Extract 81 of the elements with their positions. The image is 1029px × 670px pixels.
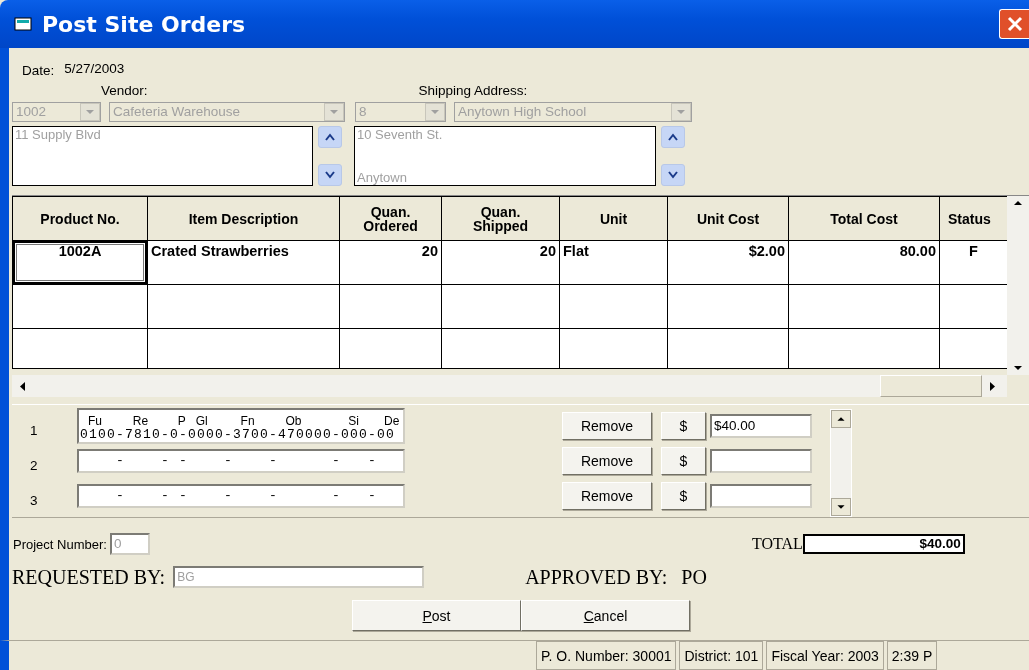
chevron-up-icon (323, 133, 336, 141)
table-cell[interactable]: Flat (559, 240, 668, 285)
approved-by-label: APPROVED BY: (525, 565, 668, 589)
table-cell[interactable]: 80.00 (788, 240, 940, 285)
column-header[interactable]: Status (939, 196, 1008, 241)
account-number: 0100-7810-0-0000-3700-470000-000-00 (80, 428, 397, 442)
column-header[interactable]: Quan. Shipped (441, 196, 560, 241)
dollar-button[interactable]: $ (661, 482, 706, 510)
vertical-scrollbar[interactable] (1007, 196, 1029, 375)
line-number: 1 (29, 421, 39, 438)
remove-button[interactable]: Remove (562, 447, 652, 475)
segment-label: Ob (284, 414, 303, 428)
status-panel: Fiscal Year: 2003 (766, 641, 884, 670)
scroll-up-button[interactable] (317, 126, 342, 148)
column-header[interactable]: Quan. Ordered (339, 196, 442, 241)
shipping-label: Shipping Address: (418, 82, 528, 98)
remove-button[interactable]: Remove (562, 482, 652, 510)
segment-label: Gl (194, 414, 209, 428)
scroll-up-button[interactable] (660, 126, 685, 148)
column-header[interactable]: Total Cost (788, 196, 940, 241)
close-icon (1005, 15, 1024, 33)
status-panel: District: 101 (679, 641, 764, 670)
requested-by-label: REQUESTED BY: (12, 565, 166, 589)
account-field[interactable]: - - - - - - - (77, 449, 405, 473)
address-line: 11 Supply Blvd (15, 127, 102, 142)
total-value: $40.00 (802, 534, 965, 554)
segment-label: De (383, 414, 401, 428)
caret-icon (429, 107, 441, 117)
table-cell[interactable]: 20 (339, 240, 442, 285)
column-header[interactable]: Unit Cost (667, 196, 789, 241)
chevron-up-icon (666, 133, 679, 141)
line-number: 2 (29, 456, 39, 473)
account-field[interactable]: Fu Re P Gl Fn Ob Si De 0100-7810-0-0000-3700-470000-000-00 (77, 408, 405, 444)
amount-field[interactable]: $40.00 (710, 414, 812, 438)
chevron-down-icon (323, 171, 336, 179)
total-label: TOTAL (751, 535, 803, 553)
table-cell[interactable]: Crated Strawberries (147, 240, 340, 285)
line-number: 3 (29, 491, 39, 508)
segment-label: Fn (239, 414, 256, 428)
segment-label: Si (347, 414, 360, 428)
date-label: Date: (22, 62, 55, 78)
approved-by-value: PO (681, 565, 707, 589)
scroll-down-button[interactable] (317, 164, 342, 186)
vendor-label: Vendor: (101, 82, 148, 98)
status-panel: 2:39 P (886, 641, 938, 670)
dialog-button[interactable]: Cancel (521, 600, 690, 631)
amount-field[interactable] (710, 484, 812, 508)
column-header[interactable]: Unit (559, 196, 668, 241)
window-icon (14, 17, 32, 31)
close-button[interactable] (999, 9, 1029, 39)
horizontal-scrollbar[interactable] (12, 375, 1007, 397)
chevron-down-icon (666, 171, 679, 179)
caret-icon (675, 107, 687, 117)
dollar-button[interactable]: $ (661, 447, 706, 475)
scroll-left-arrow-icon (20, 381, 25, 391)
column-header[interactable]: Item Description (147, 196, 340, 241)
column-header[interactable]: Product No. (12, 196, 148, 241)
table-cell[interactable]: 20 (441, 240, 560, 285)
dialog-button[interactable]: Post (352, 600, 521, 631)
amount-field[interactable] (710, 449, 812, 473)
table-cell[interactable]: 1002A (12, 240, 148, 285)
remove-button[interactable]: Remove (562, 412, 652, 440)
scroll-right-arrow-icon (990, 381, 995, 391)
account-field[interactable]: - - - - - - - (77, 484, 405, 508)
scroll-down-button[interactable] (660, 164, 685, 186)
segment-label: Re (131, 414, 150, 428)
address-line: Anytown (357, 170, 408, 185)
status-panel: P. O. Number: 30001 (536, 641, 677, 670)
caret-icon (328, 107, 340, 117)
date-value: 5/27/2003 (64, 60, 125, 76)
segment-label: Fu (87, 414, 103, 428)
table-cell[interactable]: $2.00 (667, 240, 789, 285)
address-line: 10 Seventh St. (357, 127, 444, 142)
table-cell[interactable]: F (939, 240, 1008, 285)
project-number-label: Project Number: (12, 536, 107, 552)
window-title: Post Site Orders (42, 11, 246, 37)
segment-label: P (176, 414, 187, 428)
dollar-button[interactable]: $ (661, 412, 706, 440)
caret-icon (84, 107, 96, 117)
vertical-scrollbar[interactable] (830, 409, 852, 517)
scroll-thumb[interactable] (880, 375, 982, 397)
